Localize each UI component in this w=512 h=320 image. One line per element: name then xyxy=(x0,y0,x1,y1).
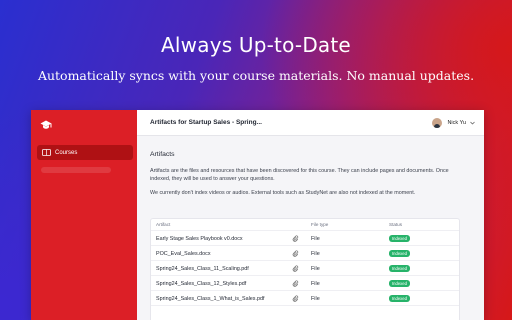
app-window: Courses Artifacts for Startup Sales - Sp… xyxy=(31,110,484,320)
artifacts-description: Artifacts are the files and resources th… xyxy=(150,168,449,182)
artifact-name: Spring24_Sales_Class_11_Scaling.pdf xyxy=(156,265,249,272)
page-title: Artifacts for Startup Sales - Spring... xyxy=(150,119,262,126)
book-icon xyxy=(42,149,51,156)
artifact-type: File xyxy=(311,250,320,257)
sidebar-item-placeholder xyxy=(41,167,111,173)
status-badge: Indexed xyxy=(389,265,410,272)
paperclip-icon[interactable] xyxy=(292,235,299,242)
table-row[interactable]: Spring24_Sales_Class_11_Scaling.pdf File… xyxy=(151,260,459,276)
status-badge: Indexed xyxy=(389,250,410,257)
artifact-name: Early Stage Sales Playbook v0.docx xyxy=(156,235,243,242)
sidebar-item-label: Courses xyxy=(55,149,78,156)
status-badge: Indexed xyxy=(389,295,410,302)
main-content: Artifacts for Startup Sales - Spring... … xyxy=(137,110,484,320)
table-row[interactable]: Early Stage Sales Playbook v0.docx File … xyxy=(151,230,459,246)
paperclip-icon[interactable] xyxy=(292,280,299,287)
user-name: Nick Yu xyxy=(447,119,466,126)
avatar xyxy=(432,117,443,128)
table-header: Artifact File type Status xyxy=(151,219,459,230)
chevron-down-icon xyxy=(470,121,475,124)
table-row[interactable]: POC_Eval_Sales.docx File Indexed xyxy=(151,245,459,261)
column-file-type: File type xyxy=(311,222,329,227)
artifact-name: Spring24_Sales_Class_12_Styles.pdf xyxy=(156,280,247,287)
artifact-name: Spring24_Sales_Class_1_What_is_Sales.pdf xyxy=(156,295,265,302)
artifact-type: File xyxy=(311,280,320,287)
status-badge: Indexed xyxy=(389,280,410,287)
artifacts-section: Artifacts Artifacts are the files and re… xyxy=(150,151,465,203)
status-badge: Indexed xyxy=(389,235,410,242)
table-row[interactable]: Spring24_Sales_Class_12_Styles.pdf File … xyxy=(151,275,459,291)
column-artifact: Artifact xyxy=(156,222,171,227)
column-status: Status xyxy=(389,222,403,227)
sidebar: Courses xyxy=(31,110,137,320)
artifact-type: File xyxy=(311,265,320,272)
hero-subheadline: Automatically syncs with your course mat… xyxy=(37,68,475,83)
paperclip-icon[interactable] xyxy=(292,295,299,302)
top-bar: Artifacts for Startup Sales - Spring... … xyxy=(137,110,484,136)
artifacts-table: Artifact File type Status Early Stage Sa… xyxy=(150,218,460,320)
graduation-cap-icon[interactable] xyxy=(40,118,52,130)
hero-headline: Always Up-to-Date xyxy=(161,33,351,57)
paperclip-icon[interactable] xyxy=(292,265,299,272)
table-row[interactable]: Spring24_Sales_Class_1_What_is_Sales.pdf… xyxy=(151,290,459,306)
table-row xyxy=(151,305,459,320)
user-menu[interactable]: Nick Yu xyxy=(432,117,475,128)
sidebar-item-courses[interactable]: Courses xyxy=(37,145,133,160)
artifact-name: POC_Eval_Sales.docx xyxy=(156,250,211,257)
paperclip-icon[interactable] xyxy=(292,250,299,257)
artifact-type: File xyxy=(311,295,320,302)
artifact-type: File xyxy=(311,235,320,242)
section-title: Artifacts xyxy=(150,151,175,158)
artifacts-note: We currently don't index videos or audio… xyxy=(150,190,416,196)
